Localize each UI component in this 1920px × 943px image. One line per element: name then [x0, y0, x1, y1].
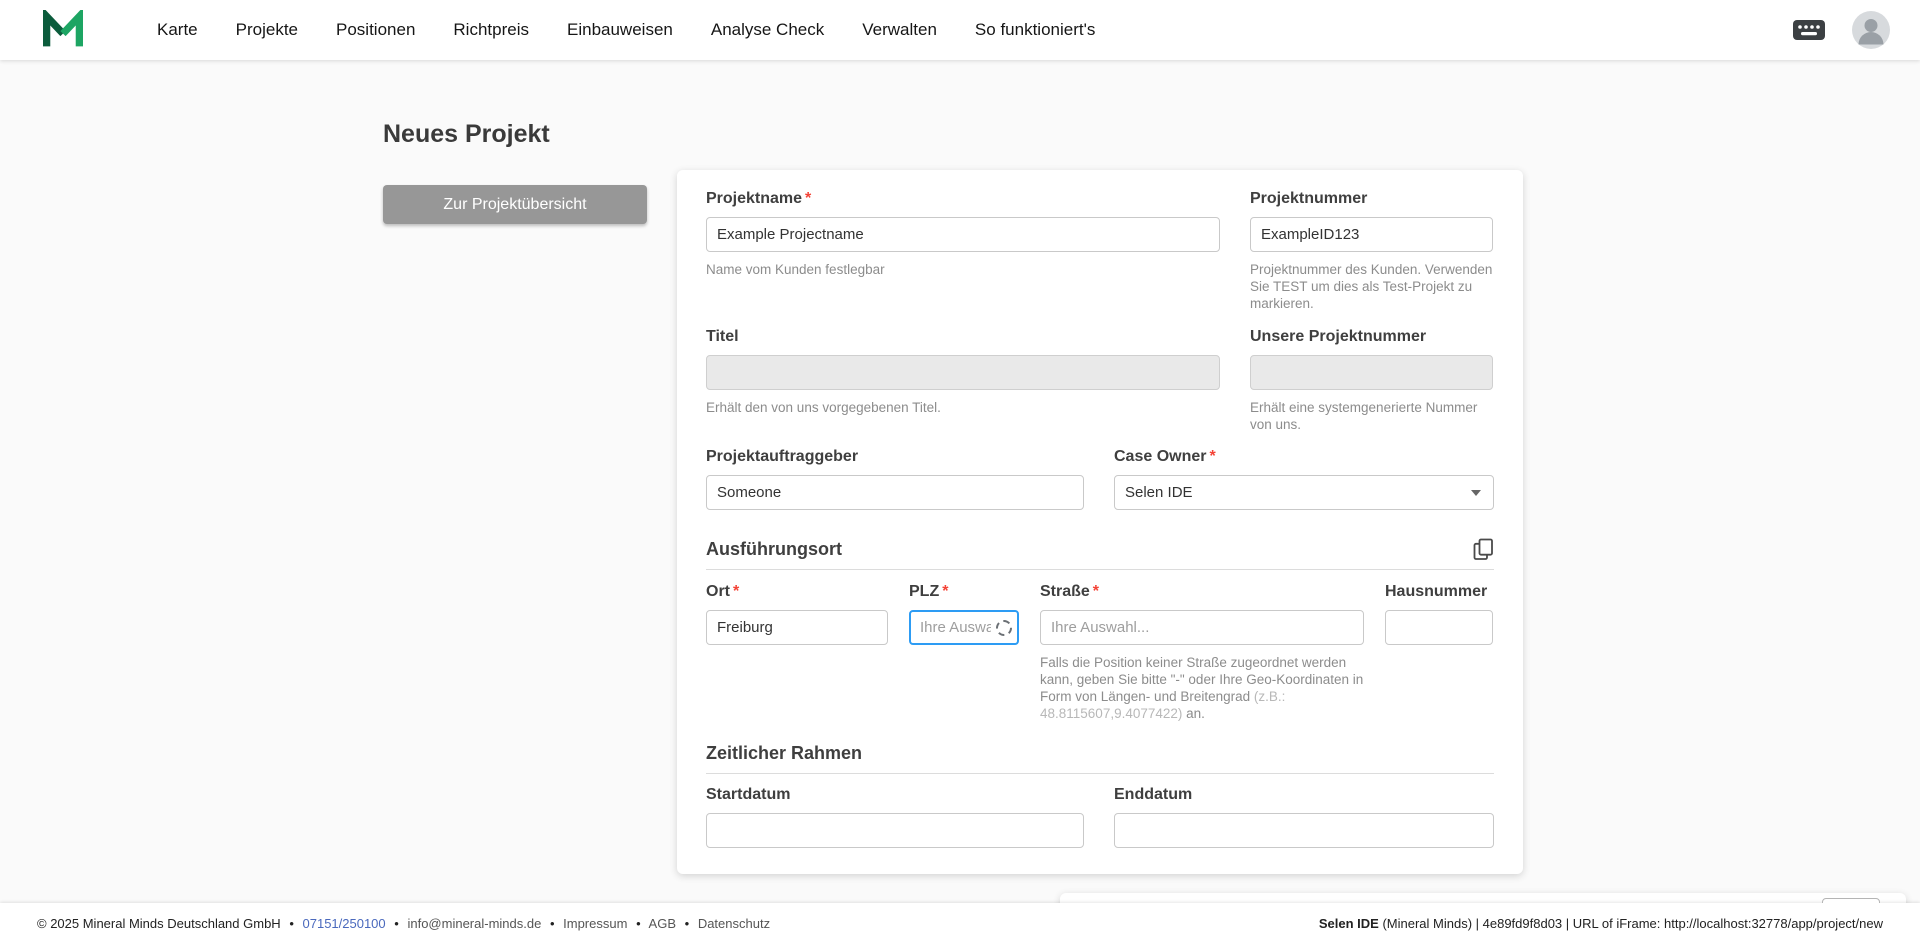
case-owner-label: Case Owner * — [1114, 448, 1216, 465]
loading-spinner-icon — [996, 619, 1012, 636]
page-title: Neues Projekt — [383, 120, 550, 148]
footer-email-link[interactable]: info@mineral-minds.de — [407, 916, 541, 931]
ort-label: Ort * — [706, 583, 740, 600]
main-nav: Karte Projekte Positionen Richtpreis Ein… — [138, 20, 1114, 40]
user-avatar[interactable] — [1852, 11, 1890, 49]
footer-impressum-link[interactable]: Impressum — [563, 916, 627, 931]
titel-input — [706, 355, 1220, 390]
projektnummer-helper: Projektnummer des Kunden. Verwenden Sie … — [1250, 262, 1493, 311]
main-content: Neues Projekt Zur Projektübersicht Proje… — [0, 60, 1920, 903]
footer-session-info: Selen IDE (Mineral Minds) | 4e89fd9f8d03… — [1319, 916, 1883, 931]
hausnummer-input[interactable] — [1385, 610, 1493, 645]
titel-helper: Erhält den von uns vorgegebenen Titel. — [706, 400, 941, 415]
navbar-right — [1792, 11, 1890, 49]
enddatum-label: Enddatum — [1114, 786, 1193, 803]
projektname-label: Projektname * — [706, 190, 812, 207]
zur-projektuebersicht-button[interactable]: Zur Projektübersicht — [383, 185, 647, 224]
footer-datenschutz-link[interactable]: Datenschutz — [698, 916, 770, 931]
section-divider — [706, 773, 1494, 774]
required-asterisk: * — [733, 583, 740, 600]
section-zeitlicher-rahmen: Zeitlicher Rahmen — [706, 742, 1494, 774]
startdatum-label: Startdatum — [706, 786, 791, 803]
footer-agb-link[interactable]: AGB — [649, 916, 676, 931]
nav-item-so-funktionierts[interactable]: So funktioniert's — [956, 20, 1114, 40]
startdatum-input[interactable] — [706, 813, 1084, 848]
projektnummer-label: Projektnummer — [1250, 190, 1368, 207]
plz-label: PLZ * — [909, 583, 949, 600]
footer-user-details: (Mineral Minds) | 4e89fd9f8d03 | URL of … — [1378, 915, 1883, 931]
nav-item-analyse-check[interactable]: Analyse Check — [692, 20, 843, 40]
nav-item-positionen[interactable]: Positionen — [317, 20, 434, 40]
unsere-projektnummer-helper: Erhält eine systemgenerierte Nummer von … — [1250, 400, 1478, 432]
projektauftraggeber-label: Projektauftraggeber — [706, 448, 859, 465]
ausfuehrungsort-title: Ausführungsort — [706, 539, 842, 559]
copyright-text: © 2025 Mineral Minds Deutschland GmbH — [37, 915, 281, 931]
footer-phone-link[interactable]: 07151/250100 — [303, 916, 386, 931]
nav-item-projekte[interactable]: Projekte — [217, 20, 317, 40]
projektauftraggeber-input[interactable] — [706, 475, 1084, 510]
nav-item-richtpreis[interactable]: Richtpreis — [434, 20, 548, 40]
projektnummer-input[interactable] — [1250, 217, 1493, 252]
nav-item-einbauweisen[interactable]: Einbauweisen — [548, 20, 692, 40]
unsere-projektnummer-label: Unsere Projektnummer — [1250, 328, 1427, 345]
required-asterisk: * — [805, 190, 812, 207]
required-asterisk: * — [1092, 583, 1100, 600]
top-navbar: Karte Projekte Positionen Richtpreis Ein… — [0, 0, 1920, 60]
hausnummer-label: Hausnummer — [1385, 583, 1488, 600]
avatar-icon — [1852, 11, 1890, 49]
case-owner-value: Selen IDE — [1125, 484, 1193, 501]
keyboard-icon[interactable] — [1792, 19, 1826, 41]
footer-left: © 2025 Mineral Minds Deutschland GmbH • … — [37, 915, 771, 931]
copy-icon[interactable] — [1473, 538, 1494, 561]
section-divider — [706, 569, 1494, 570]
required-asterisk: * — [1209, 448, 1216, 465]
zeitlicher-rahmen-title: Zeitlicher Rahmen — [706, 743, 863, 763]
mineral-minds-logo[interactable] — [40, 10, 86, 50]
titel-label: Titel — [706, 328, 739, 345]
unsere-projektnummer-input — [1250, 355, 1493, 390]
strasse-helper: Falls die Position keiner Straße zugeord… — [1040, 655, 1364, 721]
required-asterisk: * — [942, 583, 949, 600]
enddatum-input[interactable] — [1114, 813, 1494, 848]
strasse-input[interactable] — [1040, 610, 1364, 645]
projektname-helper: Name vom Kunden festlegbar — [706, 262, 885, 277]
nav-item-verwalten[interactable]: Verwalten — [843, 20, 956, 40]
ort-input[interactable] — [706, 610, 888, 645]
strasse-label: Straße * — [1040, 583, 1100, 600]
case-owner-select[interactable]: Selen IDE — [1114, 475, 1494, 510]
projektname-input[interactable] — [706, 217, 1220, 252]
help-button[interactable]: Hilfe? — [1822, 898, 1881, 903]
section-ausfuehrungsort: Ausführungsort — [706, 538, 1494, 570]
nav-item-karte[interactable]: Karte — [138, 20, 217, 40]
footer: © 2025 Mineral Minds Deutschland GmbH • … — [0, 903, 1920, 943]
logo-m-icon — [43, 10, 83, 47]
chevron-down-icon — [1471, 489, 1481, 496]
next-card-partial — [1060, 893, 1906, 903]
footer-user-name: Selen IDE — [1318, 915, 1379, 931]
new-project-form-card: Projektname* Name vom Kunden festlegbar … — [677, 170, 1523, 874]
